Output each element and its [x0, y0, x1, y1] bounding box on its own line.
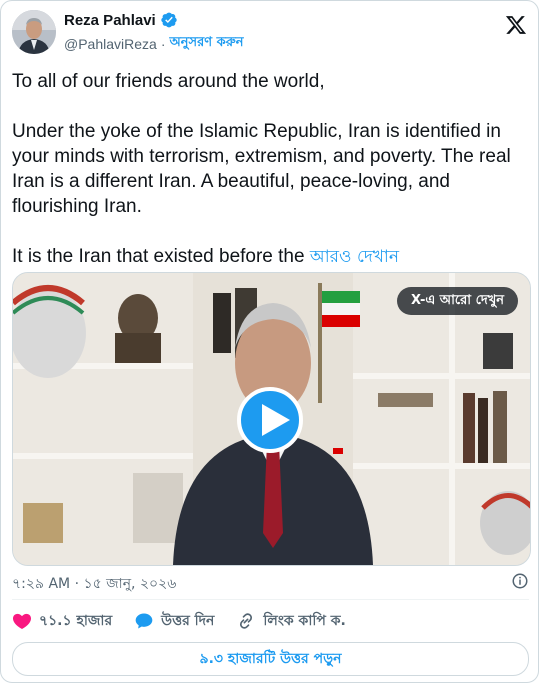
author-handle[interactable]: @PahlaviReza: [64, 36, 157, 52]
follow-button[interactable]: অনুসরণ করুন: [169, 33, 243, 54]
handle-separator: ·: [160, 35, 166, 52]
post-paragraph-3: It is the Iran that existed before the আ…: [12, 244, 529, 270]
play-icon: [262, 404, 290, 436]
verified-badge-icon: [161, 12, 177, 28]
heart-icon: [13, 613, 31, 629]
name-row: Reza Pahlavi: [64, 11, 178, 29]
handle-row: @PahlaviReza · অনুসরণ করুন: [64, 33, 243, 54]
like-count: ৭১.১ হাজার: [39, 613, 113, 629]
reply-label: উত্তর দিন: [161, 613, 215, 629]
reply-button[interactable]: উত্তর দিন: [134, 609, 214, 633]
info-icon[interactable]: [511, 572, 529, 590]
meta-separator: ·: [74, 576, 80, 592]
post-text: To all of our friends around the world, …: [12, 69, 529, 295]
avatar[interactable]: [12, 10, 56, 54]
view-on-x-button[interactable]: X-এ আরো দেখুন: [396, 287, 518, 315]
post-metadata: ৭:২৯ AM · ১৫ জানু, ২০২৬: [12, 572, 529, 592]
show-more-link[interactable]: আরও দেখান: [310, 247, 399, 267]
action-bar: ৭১.১ হাজার উত্তর দিন লিংক কাপি ক.: [12, 609, 529, 633]
post-paragraph-2: Under the yoke of the Islamic Republic, …: [12, 121, 511, 217]
copy-link-label: লিংক কাপি ক.: [263, 613, 346, 629]
post-paragraph-1: To all of our friends around the world,: [12, 71, 325, 92]
post-header: Reza Pahlavi @PahlaviReza · অনুসরণ করুন: [12, 10, 529, 58]
post-time[interactable]: ৭:২৯ AM: [12, 576, 70, 592]
post-card: Reza Pahlavi @PahlaviReza · অনুসরণ করুন …: [0, 0, 539, 683]
post-date[interactable]: ১৫ জানু, ২০২৬: [83, 576, 176, 592]
link-icon: [240, 613, 253, 629]
copy-link-button[interactable]: লিংক কাপি ক.: [236, 609, 346, 633]
play-button[interactable]: [237, 387, 303, 453]
divider: [12, 599, 529, 600]
read-replies-button[interactable]: ৯.৩ হাজারটি উত্তর পড়ুন: [12, 642, 529, 676]
like-button[interactable]: ৭১.১ হাজার: [12, 609, 112, 633]
truncated-text: It is the Iran that existed before the: [12, 246, 310, 267]
speech-bubble-icon: [135, 613, 153, 629]
author-name[interactable]: Reza Pahlavi: [64, 12, 156, 29]
x-logo-icon[interactable]: [505, 14, 527, 36]
video-player[interactable]: X-এ আরো দেখুন: [12, 272, 531, 566]
